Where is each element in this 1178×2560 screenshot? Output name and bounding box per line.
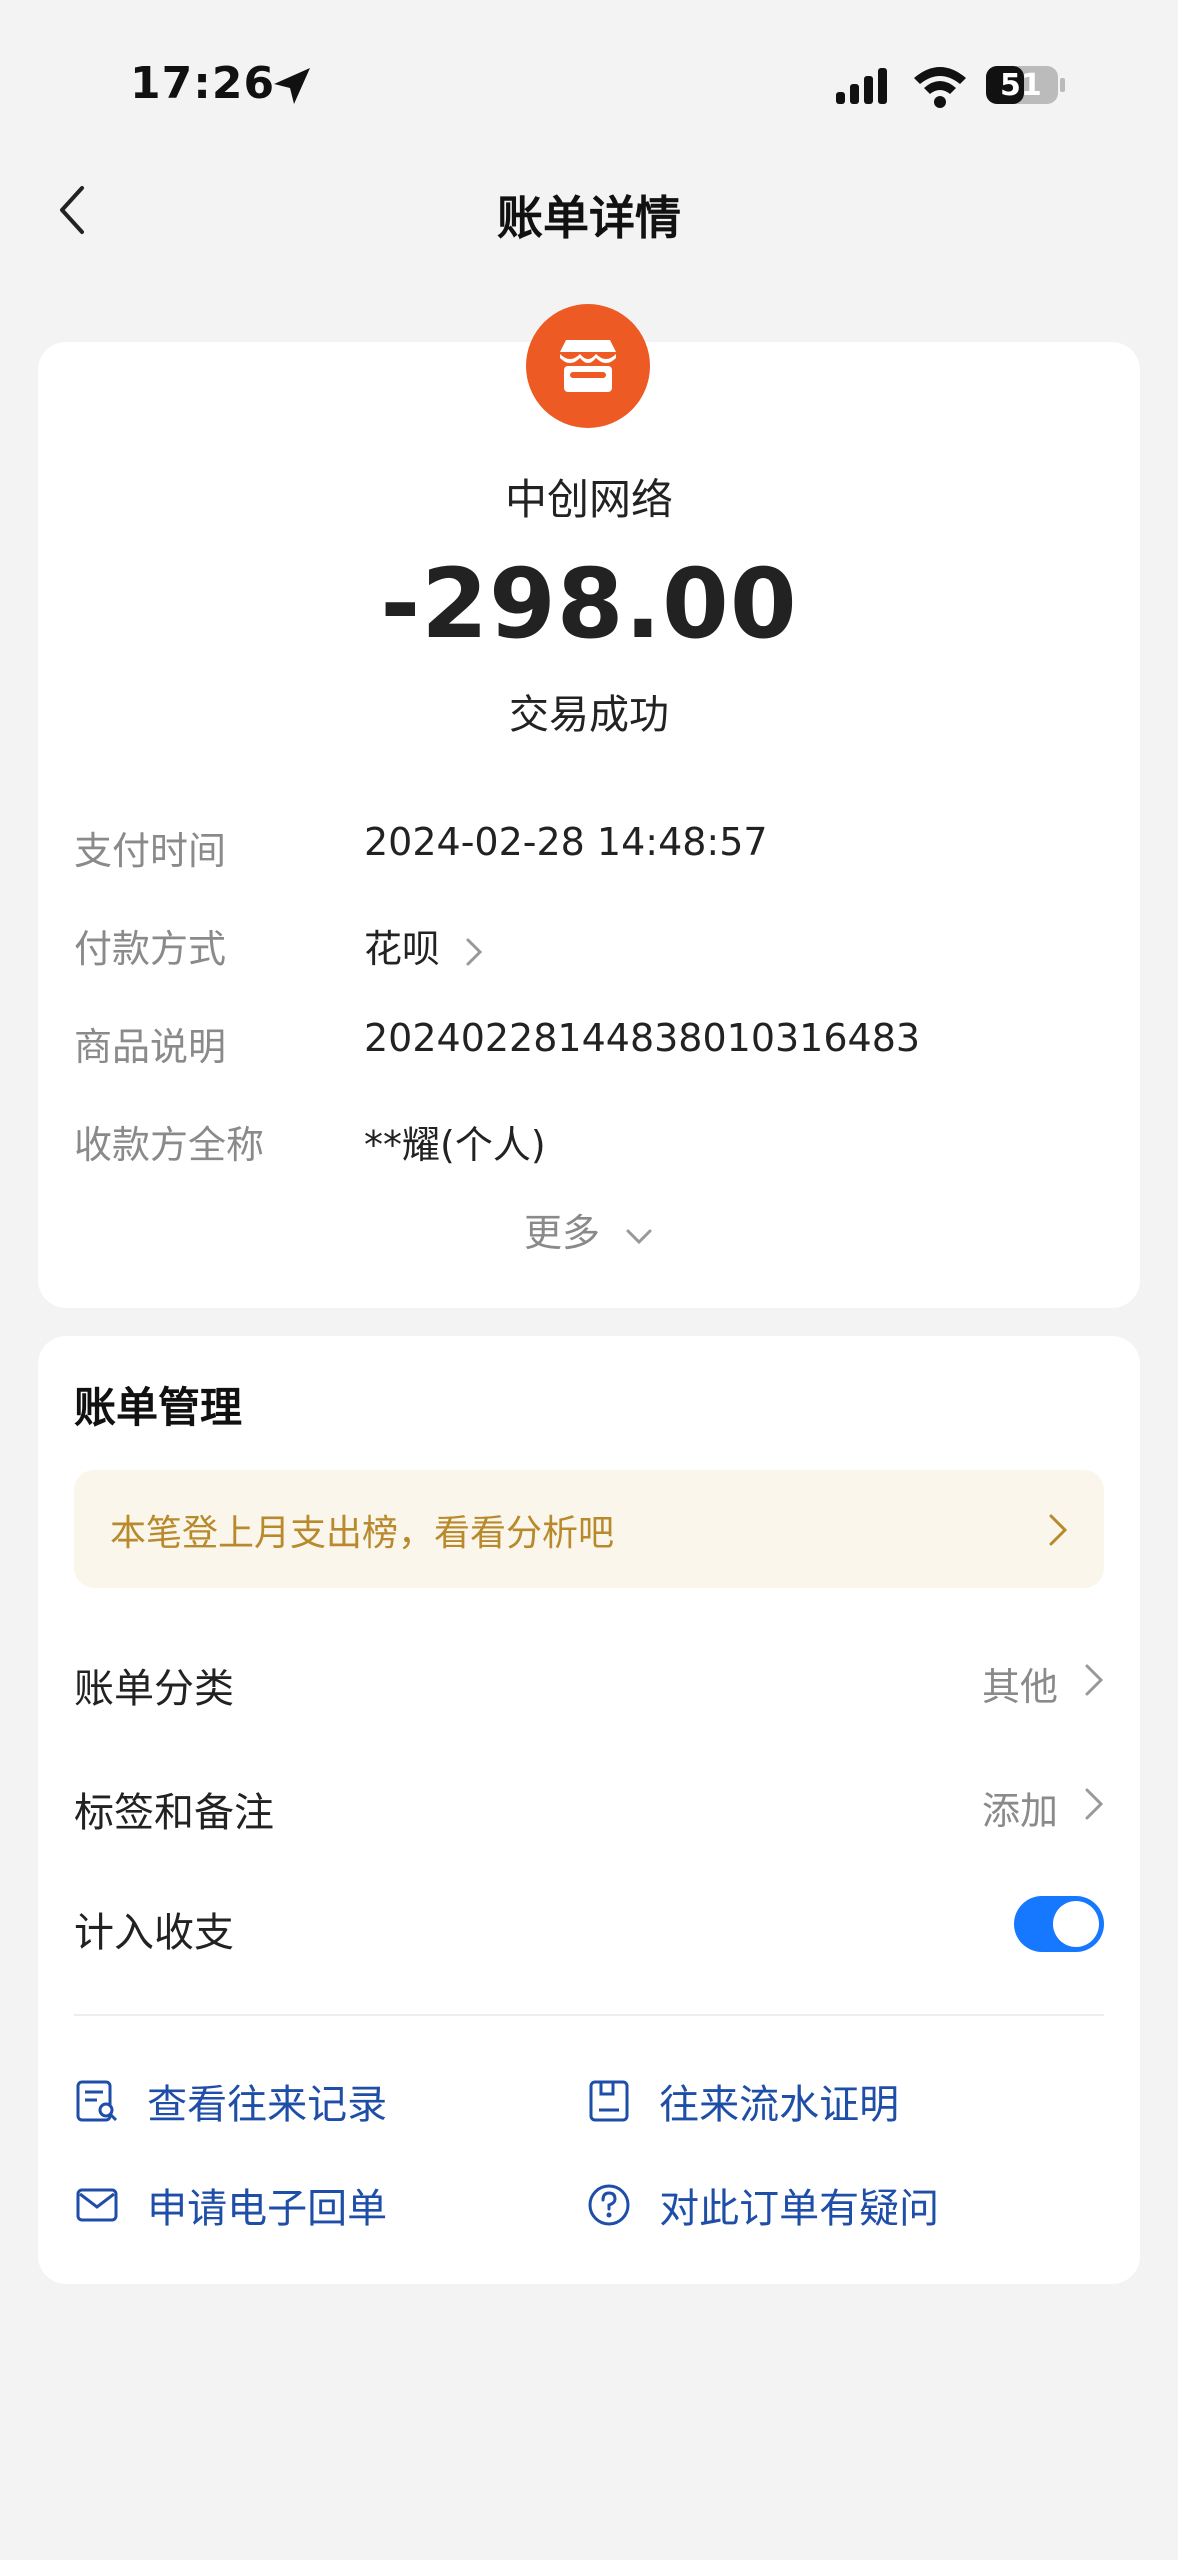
section-title: 账单管理 xyxy=(74,1383,243,1432)
page-title: 账单详情 xyxy=(497,191,681,245)
category-value[interactable]: 其他 xyxy=(982,1656,1058,1711)
battery-level: 51 xyxy=(1000,68,1042,103)
status-time: 17:26 xyxy=(130,58,276,109)
e-receipt-link[interactable]: 申请电子回单 xyxy=(74,2176,387,2234)
order-question-link[interactable]: 对此订单有疑问 xyxy=(586,2176,939,2234)
detail-label-pay-time: 支付时间 xyxy=(74,829,227,873)
amount: -298.00 xyxy=(380,548,798,660)
location-arrow-icon xyxy=(270,64,314,108)
chevron-right-icon[interactable] xyxy=(1082,1660,1106,1700)
detail-label-payee: 收款方全称 xyxy=(74,1123,265,1167)
transaction-proof-link[interactable]: 往来流水证明 xyxy=(586,2072,899,2130)
document-proof-icon xyxy=(589,2080,629,2122)
toggle-knob xyxy=(1053,1901,1099,1947)
banner-text: 本笔登上月支出榜，看看分析吧 xyxy=(110,1513,615,1554)
view-records-link[interactable]: 查看往来记录 xyxy=(74,2072,387,2130)
e-receipt-label: 申请电子回单 xyxy=(147,2186,388,2232)
transaction-proof-label: 往来流水证明 xyxy=(659,2082,900,2128)
chevron-right-icon xyxy=(1046,1510,1070,1550)
record-search-icon xyxy=(76,2080,118,2122)
chevron-down-icon xyxy=(626,1229,652,1244)
shop-icon xyxy=(526,304,650,428)
detail-value-pay-method: 花呗 xyxy=(364,927,441,971)
detail-value-pay-time: 2024-02-28 14:48:57 xyxy=(364,820,768,864)
more-button[interactable]: 更多 xyxy=(0,1202,1178,1257)
merchant-name: 中创网络 xyxy=(504,475,673,524)
view-records-label: 查看往来记录 xyxy=(147,2082,388,2128)
detail-label-product: 商品说明 xyxy=(74,1025,227,1069)
question-icon xyxy=(588,2184,630,2226)
chevron-right-icon[interactable] xyxy=(1082,1784,1106,1824)
include-balance-row-label: 计入收支 xyxy=(74,1910,234,1956)
wifi-icon xyxy=(910,62,970,108)
payment-method-link[interactable]: 花呗 xyxy=(364,918,484,973)
tags-notes-value[interactable]: 添加 xyxy=(982,1780,1058,1835)
mail-icon xyxy=(76,2188,118,2222)
divider xyxy=(74,2014,1104,2016)
tags-notes-row-label[interactable]: 标签和备注 xyxy=(74,1780,274,1838)
more-label: 更多 xyxy=(523,1211,600,1255)
transaction-status: 交易成功 xyxy=(509,692,669,738)
category-row-label[interactable]: 账单分类 xyxy=(74,1656,234,1714)
battery-icon: 51 xyxy=(984,64,1068,106)
detail-value-product: 2024022814483801031648​3 xyxy=(364,1016,921,1060)
detail-value-payee: **耀(个人) xyxy=(364,1123,546,1167)
include-balance-toggle[interactable] xyxy=(1014,1896,1104,1952)
order-question-label: 对此订单有疑问 xyxy=(659,2186,940,2232)
detail-label-pay-method: 付款方式 xyxy=(74,927,227,971)
signal-icon xyxy=(834,66,896,106)
chevron-right-icon xyxy=(466,938,483,965)
